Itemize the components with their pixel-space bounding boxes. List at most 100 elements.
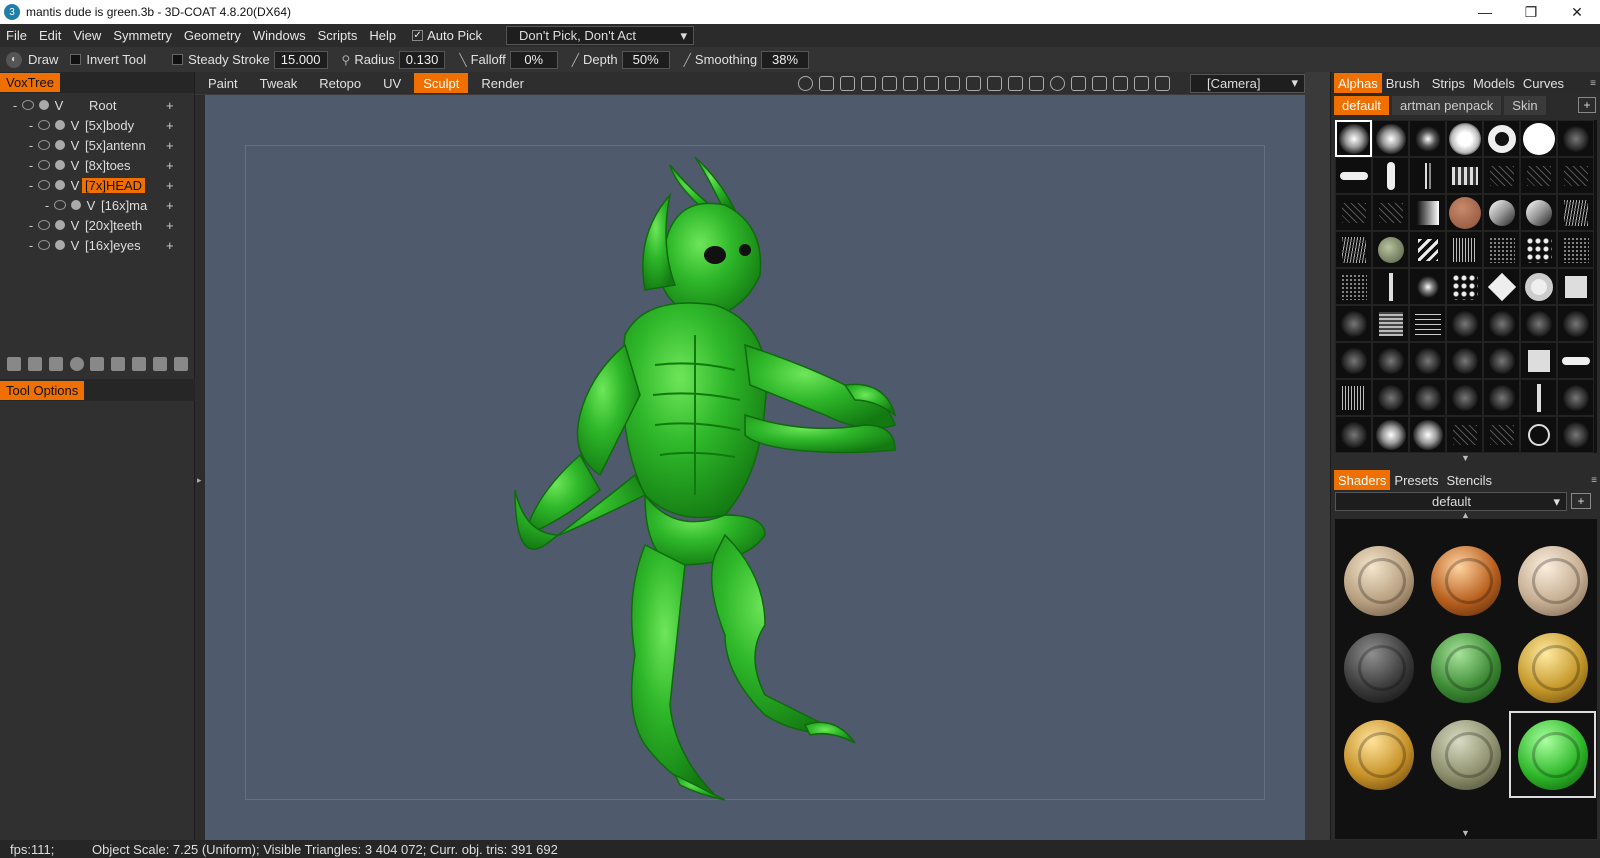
voxel-mode-icon[interactable]: V: [68, 238, 82, 253]
expand-toggle[interactable]: -: [26, 118, 36, 133]
alpha-thumbnail[interactable]: [1409, 305, 1446, 342]
voxtree-item-label[interactable]: [8x]toes: [82, 158, 134, 173]
alpha-thumbnail[interactable]: [1483, 268, 1520, 305]
lock-icon[interactable]: ⚲: [342, 53, 351, 67]
close-button[interactable]: ✕: [1554, 0, 1600, 24]
shader-thumbnail[interactable]: [1422, 537, 1509, 624]
ghost-icon[interactable]: [55, 180, 65, 190]
add-child-button[interactable]: +: [166, 198, 174, 213]
alpha-thumbnail[interactable]: [1557, 120, 1594, 157]
alpha-thumbnail[interactable]: [1335, 268, 1372, 305]
cube-icon[interactable]: [1071, 75, 1086, 91]
alpha-thumbnail[interactable]: [1372, 194, 1409, 231]
subtab-default[interactable]: default: [1334, 95, 1390, 115]
tab-paint[interactable]: Paint: [199, 73, 247, 93]
voxtree-item[interactable]: - V [16x]eyes +: [0, 235, 194, 255]
add-alpha-set-button[interactable]: +: [1578, 97, 1596, 113]
tab-strips[interactable]: Strips: [1428, 73, 1469, 93]
alpha-thumbnail[interactable]: [1520, 194, 1557, 231]
alpha-thumbnail[interactable]: [1483, 305, 1520, 342]
tab-uv[interactable]: UV: [374, 73, 410, 93]
alpha-thumbnail[interactable]: [1557, 379, 1594, 416]
duplicate-layer-icon[interactable]: [48, 357, 63, 371]
viewport[interactable]: [205, 95, 1305, 840]
voxtree-item-label[interactable]: [7x]HEAD: [82, 177, 146, 193]
alpha-thumbnail[interactable]: [1520, 342, 1557, 379]
alpha-thumbnail[interactable]: [1335, 231, 1372, 268]
expand-toggle[interactable]: -: [10, 98, 20, 113]
ghost-icon[interactable]: [55, 240, 65, 250]
restore-button[interactable]: ❐: [1508, 0, 1554, 24]
menu-view[interactable]: View: [67, 28, 107, 43]
expand-toggle[interactable]: -: [42, 198, 52, 213]
mirror-icon[interactable]: [111, 357, 126, 371]
eye-icon[interactable]: [38, 240, 50, 250]
add-child-button[interactable]: +: [166, 158, 174, 173]
tab-retopo[interactable]: Retopo: [310, 73, 370, 93]
depth-lock-icon[interactable]: ╱: [572, 53, 579, 67]
shader-thumbnail[interactable]: [1509, 711, 1596, 798]
voxtree-item[interactable]: - V [5x]antenn +: [0, 135, 194, 155]
voxtree-item-label[interactable]: [5x]antenn: [82, 138, 149, 153]
fit-icon[interactable]: [1029, 75, 1044, 91]
alpha-thumbnail[interactable]: [1483, 379, 1520, 416]
drop-icon[interactable]: [882, 75, 897, 91]
alpha-thumbnail[interactable]: [1520, 231, 1557, 268]
ghost-icon[interactable]: [55, 160, 65, 170]
light-icon[interactable]: [819, 75, 834, 91]
tab-tool-options[interactable]: Tool Options: [0, 380, 85, 400]
minimize-button[interactable]: —: [1462, 0, 1508, 24]
alpha-thumbnail[interactable]: [1557, 416, 1594, 453]
alpha-thumbnail[interactable]: [1520, 268, 1557, 305]
menu-edit[interactable]: Edit: [33, 28, 67, 43]
falloff-label[interactable]: Falloff: [471, 52, 506, 67]
alpha-thumbnail[interactable]: [1409, 157, 1446, 194]
alpha-thumbnail[interactable]: [1446, 305, 1483, 342]
alpha-thumbnail[interactable]: [1409, 416, 1446, 453]
alpha-thumbnail[interactable]: [1446, 157, 1483, 194]
invert-tool-checkbox[interactable]: [70, 54, 82, 65]
eye-icon[interactable]: [38, 220, 50, 230]
panel-menu-icon[interactable]: ≡: [1590, 78, 1596, 89]
alpha-thumbnail[interactable]: [1446, 268, 1483, 305]
collapse-arrow-icon[interactable]: ▸: [197, 475, 202, 486]
depth-input[interactable]: 50%: [621, 50, 670, 69]
play-icon[interactable]: [987, 75, 1002, 91]
alpha-thumbnail[interactable]: [1335, 305, 1372, 342]
shader-menu-icon[interactable]: ≡: [1591, 475, 1597, 486]
left-splitter[interactable]: ▸: [195, 95, 205, 840]
radius-label[interactable]: Radius: [354, 52, 394, 67]
voxel-mode-icon[interactable]: V: [68, 138, 82, 153]
eye-icon[interactable]: [38, 120, 50, 130]
alpha-thumbnail[interactable]: [1409, 120, 1446, 157]
alpha-thumbnail[interactable]: [1520, 157, 1557, 194]
shader-thumbnail[interactable]: [1335, 624, 1422, 711]
shader-thumbnail[interactable]: [1509, 537, 1596, 624]
steady-stroke-input[interactable]: 15.000: [273, 50, 328, 69]
add-child-button[interactable]: +: [166, 118, 174, 133]
ghost-icon[interactable]: [71, 200, 81, 210]
shader-thumbnail[interactable]: [1422, 711, 1509, 798]
expand-toggle[interactable]: -: [26, 138, 36, 153]
ghost-icon[interactable]: [55, 140, 65, 150]
tab-tweak[interactable]: Tweak: [251, 73, 307, 93]
new-layer-icon[interactable]: [7, 357, 22, 371]
mantis-model[interactable]: [205, 95, 1305, 840]
alpha-thumbnail[interactable]: [1446, 194, 1483, 231]
add-child-button[interactable]: +: [166, 98, 174, 113]
tab-presets[interactable]: Presets: [1390, 470, 1442, 490]
shader-thumbnail[interactable]: [1335, 711, 1422, 798]
voxel-mode-icon[interactable]: V: [84, 198, 98, 213]
voxel-mode-icon[interactable]: V: [68, 218, 82, 233]
alpha-thumbnail[interactable]: [1520, 379, 1557, 416]
image-icon[interactable]: [840, 75, 855, 91]
expand-toggle[interactable]: -: [26, 218, 36, 233]
alpha-thumbnail[interactable]: [1409, 342, 1446, 379]
menu-geometry[interactable]: Geometry: [178, 28, 247, 43]
expand-toggle[interactable]: -: [26, 178, 36, 193]
tab-render[interactable]: Render: [472, 73, 533, 93]
alpha-thumbnail[interactable]: [1557, 231, 1594, 268]
rotate-icon[interactable]: [924, 75, 939, 91]
eye-icon[interactable]: [38, 160, 50, 170]
shading-icon[interactable]: [798, 75, 813, 91]
